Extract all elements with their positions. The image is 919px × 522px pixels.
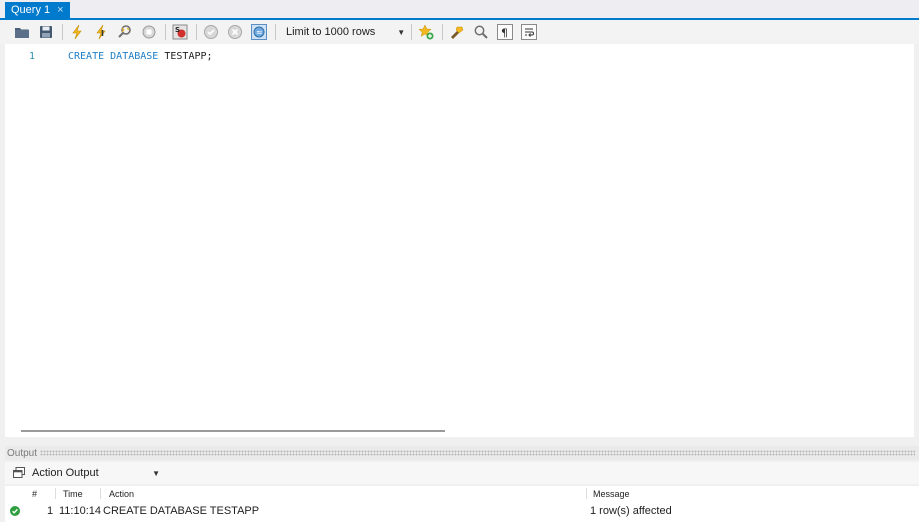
line-number: 1 [28, 50, 35, 62]
horizontal-scrollbar[interactable] [21, 430, 445, 432]
output-panel-header: Output [5, 446, 919, 460]
commit-icon[interactable] [203, 24, 219, 40]
svg-text:I: I [101, 29, 104, 38]
column-header-message[interactable]: Message [593, 486, 630, 501]
svg-text:S: S [175, 26, 180, 34]
identifier-token: TESTAPP; [164, 50, 213, 62]
sql-editor-toolbar: I S ≈ Limit to 1000 rows ▼ ¶ [0, 20, 919, 44]
svg-text:¶: ¶ [501, 27, 508, 40]
editor-line[interactable]: 1 CREATE DATABASE TESTAPP; [5, 49, 213, 63]
row-message: 1 row(s) affected [590, 504, 672, 517]
toolbar-separator [196, 24, 197, 40]
toolbar-separator [411, 24, 413, 40]
action-output-table: # Time Action Message 1 11:10:14 CREATE … [5, 486, 919, 522]
find-icon[interactable] [473, 24, 489, 40]
row-time: 11:10:14 [59, 504, 102, 517]
rollback-icon[interactable] [227, 24, 243, 40]
success-check-icon [10, 506, 20, 516]
add-snippet-icon[interactable] [418, 24, 434, 40]
column-header-action[interactable]: Action [109, 486, 134, 501]
chevron-down-icon: ▼ [397, 27, 406, 37]
editor-tab-strip: Query 1 × [0, 0, 919, 20]
code-line[interactable]: CREATE DATABASE TESTAPP; [68, 51, 213, 62]
toolbar-separator [275, 24, 276, 40]
chevron-down-icon: ▼ [152, 468, 160, 478]
toolbar-separator [165, 24, 166, 40]
explain-icon[interactable] [117, 24, 133, 40]
toggle-continue-on-error-icon[interactable]: S [172, 24, 188, 40]
tab-close-icon[interactable]: × [57, 4, 63, 16]
row-action: CREATE DATABASE TESTAPP [103, 504, 260, 517]
column-divider[interactable] [100, 488, 101, 499]
panel-drag-grip[interactable] [40, 450, 915, 456]
keyword-token: DATABASE [110, 50, 159, 62]
open-folder-icon[interactable] [14, 24, 30, 40]
save-icon[interactable] [38, 24, 54, 40]
output-type-select[interactable]: Action Output ▼ [32, 467, 160, 479]
column-divider[interactable] [586, 488, 587, 499]
autocommit-icon[interactable]: ≈ [251, 24, 267, 40]
sql-editor[interactable]: 1 CREATE DATABASE TESTAPP; [5, 44, 914, 437]
column-header-time[interactable]: Time [63, 486, 83, 501]
limit-rows-select[interactable]: Limit to 1000 rows ▼ [282, 23, 405, 41]
tab-label: Query 1 [11, 4, 51, 16]
tab-query-1[interactable]: Query 1 × [5, 2, 70, 18]
stop-icon[interactable] [141, 24, 157, 40]
window-copy-icon[interactable] [12, 466, 26, 480]
toolbar-separator [62, 24, 63, 40]
output-type-value: Action Output [32, 467, 99, 479]
limit-rows-value: Limit to 1000 rows [286, 26, 376, 38]
output-toolbar: Action Output ▼ [5, 462, 919, 484]
column-divider[interactable] [55, 488, 56, 499]
output-title: Output [7, 447, 38, 459]
svg-text:≈: ≈ [256, 28, 263, 37]
execute-icon[interactable] [69, 24, 85, 40]
beautify-icon[interactable] [449, 24, 465, 40]
invisible-chars-icon[interactable]: ¶ [497, 24, 514, 40]
keyword-token: CREATE [68, 50, 105, 62]
column-header-index[interactable]: # [32, 486, 37, 501]
execute-current-icon[interactable]: I [93, 24, 109, 40]
toolbar-separator [442, 24, 444, 40]
word-wrap-icon[interactable] [521, 24, 538, 40]
row-index: 1 [47, 504, 54, 517]
